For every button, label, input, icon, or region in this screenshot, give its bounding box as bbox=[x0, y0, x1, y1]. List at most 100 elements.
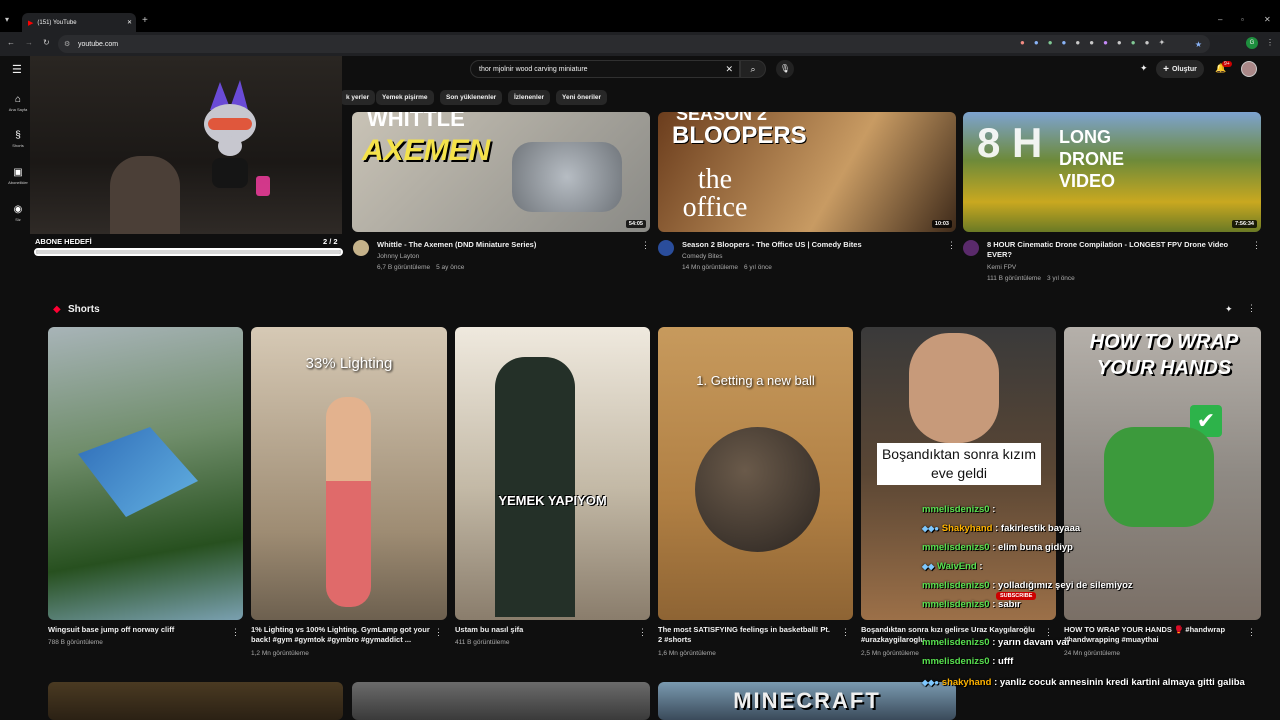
channel-name[interactable]: Kemi FPV bbox=[987, 262, 1016, 273]
video-thumbnail[interactable]: 8 H LONG DRONE VIDEO 7:56:34 bbox=[963, 112, 1261, 232]
sidebar-item-subscriptions[interactable]: ▣ Abonelikler bbox=[3, 167, 33, 185]
tab-search-icon[interactable]: ▾ bbox=[5, 16, 9, 24]
video-thumbnail[interactable] bbox=[48, 682, 343, 720]
shorts-more-icon[interactable]: ⋮ bbox=[1247, 303, 1256, 314]
site-info-icon[interactable]: ⚙ bbox=[64, 40, 70, 48]
chat-username: mmelisdenizs0 bbox=[922, 504, 990, 515]
sidebar-item-you[interactable]: ◉ Siz bbox=[3, 204, 33, 222]
extension-icon[interactable]: ● bbox=[1089, 39, 1094, 47]
extension-icon[interactable]: ● bbox=[1145, 39, 1150, 47]
channel-avatar[interactable] bbox=[658, 240, 674, 256]
chat-text: : ufff bbox=[992, 656, 1014, 667]
profile-avatar[interactable]: G bbox=[1246, 37, 1258, 49]
channel-name[interactable]: Johnny Layton bbox=[377, 251, 419, 262]
short-thumbnail[interactable]: HOW TO WRAP YOUR HANDS ✔ bbox=[1064, 327, 1261, 620]
more-actions-icon[interactable]: ⋮ bbox=[641, 240, 650, 251]
video-thumbnail[interactable]: SEASON 2 BLOOPERS the office 10:03 bbox=[658, 112, 956, 232]
video-meta: 14 Mn görüntüleme 6 yıl önce bbox=[682, 262, 772, 273]
short-thumbnail[interactable]: YEMEK YAPIYOM bbox=[455, 327, 650, 620]
more-actions-icon[interactable]: ⋮ bbox=[1252, 240, 1261, 251]
person-image bbox=[909, 333, 999, 443]
short-overlay-text: 33% Lighting bbox=[305, 355, 393, 372]
filter-chip[interactable]: k yerler bbox=[340, 90, 376, 105]
tab-close-icon[interactable]: ✕ bbox=[127, 19, 132, 26]
browser-tab[interactable]: ▶ (151) YouTube ✕ bbox=[22, 13, 136, 32]
chat-text: : elim buna gidiyp bbox=[992, 542, 1073, 553]
short-title[interactable]: The most SATISFYING feelings in basketba… bbox=[658, 625, 836, 645]
chat-username: shakyhand bbox=[941, 677, 992, 688]
short-more-icon[interactable]: ⋮ bbox=[1247, 627, 1256, 638]
chat-text: : sabır bbox=[992, 599, 1021, 610]
video-title[interactable]: 8 HOUR Cinematic Drone Compilation - LON… bbox=[987, 240, 1237, 260]
channel-name[interactable]: Comedy Bites bbox=[682, 251, 722, 262]
channel-avatar[interactable] bbox=[353, 240, 369, 256]
chat-text: : fakirlestik bayaaa bbox=[995, 523, 1081, 534]
video-thumbnail[interactable] bbox=[352, 682, 650, 720]
sidebar-label: Shorts bbox=[12, 143, 24, 148]
thumbnail-text: WHITTLE bbox=[367, 112, 465, 131]
filter-chip[interactable]: Yemek pişirme bbox=[376, 90, 434, 105]
window-close-icon[interactable]: ✕ bbox=[1264, 16, 1271, 24]
chat-message: ◆◆● shakyhand : yanliz cocuk annesinin k… bbox=[922, 675, 1262, 691]
search-button[interactable]: ⌕ bbox=[740, 60, 766, 78]
extension-icon[interactable]: ● bbox=[1048, 39, 1053, 47]
extension-icon[interactable]: ● bbox=[1062, 39, 1067, 47]
short-title[interactable]: Ustam bu nasıl şifa bbox=[455, 625, 630, 635]
thumbnail-text: BLOOPERS bbox=[672, 122, 807, 149]
short-thumbnail[interactable]: 33% Lighting bbox=[251, 327, 447, 620]
shorts-settings-icon[interactable]: ✦ bbox=[1225, 304, 1233, 315]
home-icon: ⌂ bbox=[14, 94, 22, 105]
extension-icon[interactable]: ● bbox=[1131, 39, 1136, 47]
sidebar-item-shorts[interactable]: § Shorts bbox=[3, 130, 33, 148]
restore-icon[interactable]: ▫ bbox=[1241, 16, 1244, 24]
video-thumbnail[interactable]: MINECRAFT bbox=[658, 682, 956, 720]
extension-puzzle-icon[interactable]: ✦ bbox=[1140, 63, 1148, 74]
filter-chip[interactable]: Yeni öneriler bbox=[556, 90, 608, 105]
extension-icon[interactable]: ● bbox=[1103, 39, 1108, 47]
reload-icon[interactable]: ↻ bbox=[43, 39, 50, 47]
subscriber-goal-bar bbox=[34, 248, 343, 256]
chat-message: mmelisdenizs0 : yarın davam var bbox=[922, 637, 1070, 648]
short-title[interactable]: HOW TO WRAP YOUR HANDS 🥊 #handwrap #hand… bbox=[1064, 625, 1242, 645]
sidebar-item-home[interactable]: ⌂ Ana Sayfa bbox=[3, 94, 33, 112]
extensions-puzzle-icon[interactable]: ✦ bbox=[1158, 39, 1165, 47]
short-thumbnail[interactable]: 1. Getting a new ball bbox=[658, 327, 853, 620]
back-icon[interactable]: ← bbox=[7, 39, 15, 47]
youtube-favicon-icon: ▶ bbox=[28, 19, 34, 27]
short-more-icon[interactable]: ⋮ bbox=[434, 627, 443, 638]
search-input[interactable]: thor mjolnir wood carving miniature ✕ bbox=[470, 60, 740, 78]
minimize-icon[interactable]: – bbox=[1218, 16, 1222, 24]
video-title[interactable]: Whittle - The Axemen (DND Miniature Seri… bbox=[377, 240, 637, 250]
chat-badge-icon: ◆◆● bbox=[922, 524, 940, 533]
video-title[interactable]: Season 2 Bloopers - The Office US | Come… bbox=[682, 240, 942, 250]
short-more-icon[interactable]: ⋮ bbox=[231, 627, 240, 638]
bookmark-star-icon[interactable]: ★ bbox=[1195, 40, 1202, 49]
channel-avatar[interactable] bbox=[963, 240, 979, 256]
extension-icon[interactable]: ● bbox=[1020, 39, 1025, 47]
filter-chip[interactable]: Son yüklenenler bbox=[440, 90, 503, 105]
subscribe-overlay-button[interactable]: SUBSCRIBE bbox=[996, 592, 1037, 600]
extension-icon[interactable]: ● bbox=[1075, 39, 1080, 47]
filter-chip[interactable]: İzlenenler bbox=[508, 90, 550, 105]
video-meta: 111 B görüntüleme 3 yıl önce bbox=[987, 273, 1075, 284]
wingsuit-image bbox=[78, 427, 198, 517]
browser-menu-icon[interactable]: ⋮ bbox=[1266, 39, 1274, 47]
extension-icon[interactable]: ● bbox=[1034, 39, 1039, 47]
short-more-icon[interactable]: ⋮ bbox=[638, 627, 647, 638]
short-title[interactable]: 1% Lighting vs 100% Lighting. GymLamp go… bbox=[251, 625, 431, 645]
guide-menu-icon[interactable]: ☰ bbox=[12, 63, 22, 76]
short-thumbnail[interactable]: Boşandıktan sonra kızım eve geldi bbox=[861, 327, 1056, 620]
short-title[interactable]: Wingsuit base jump off norway cliff bbox=[48, 625, 223, 635]
extension-icon[interactable]: ● bbox=[1117, 39, 1122, 47]
short-thumbnail[interactable] bbox=[48, 327, 243, 620]
forward-icon[interactable]: → bbox=[25, 39, 33, 47]
voice-search-button[interactable]: 🎙 bbox=[776, 60, 794, 78]
short-overlay-text: Boşandıktan sonra kızım eve geldi bbox=[877, 443, 1041, 485]
clear-search-icon[interactable]: ✕ bbox=[725, 64, 733, 75]
more-actions-icon[interactable]: ⋮ bbox=[947, 240, 956, 251]
short-more-icon[interactable]: ⋮ bbox=[841, 627, 850, 638]
create-button[interactable]: + Oluştur bbox=[1156, 60, 1204, 78]
new-tab-icon[interactable]: + bbox=[142, 16, 148, 26]
account-avatar[interactable] bbox=[1241, 61, 1257, 77]
video-thumbnail[interactable]: WHITTLE AXEMEN 54:05 bbox=[352, 112, 650, 232]
